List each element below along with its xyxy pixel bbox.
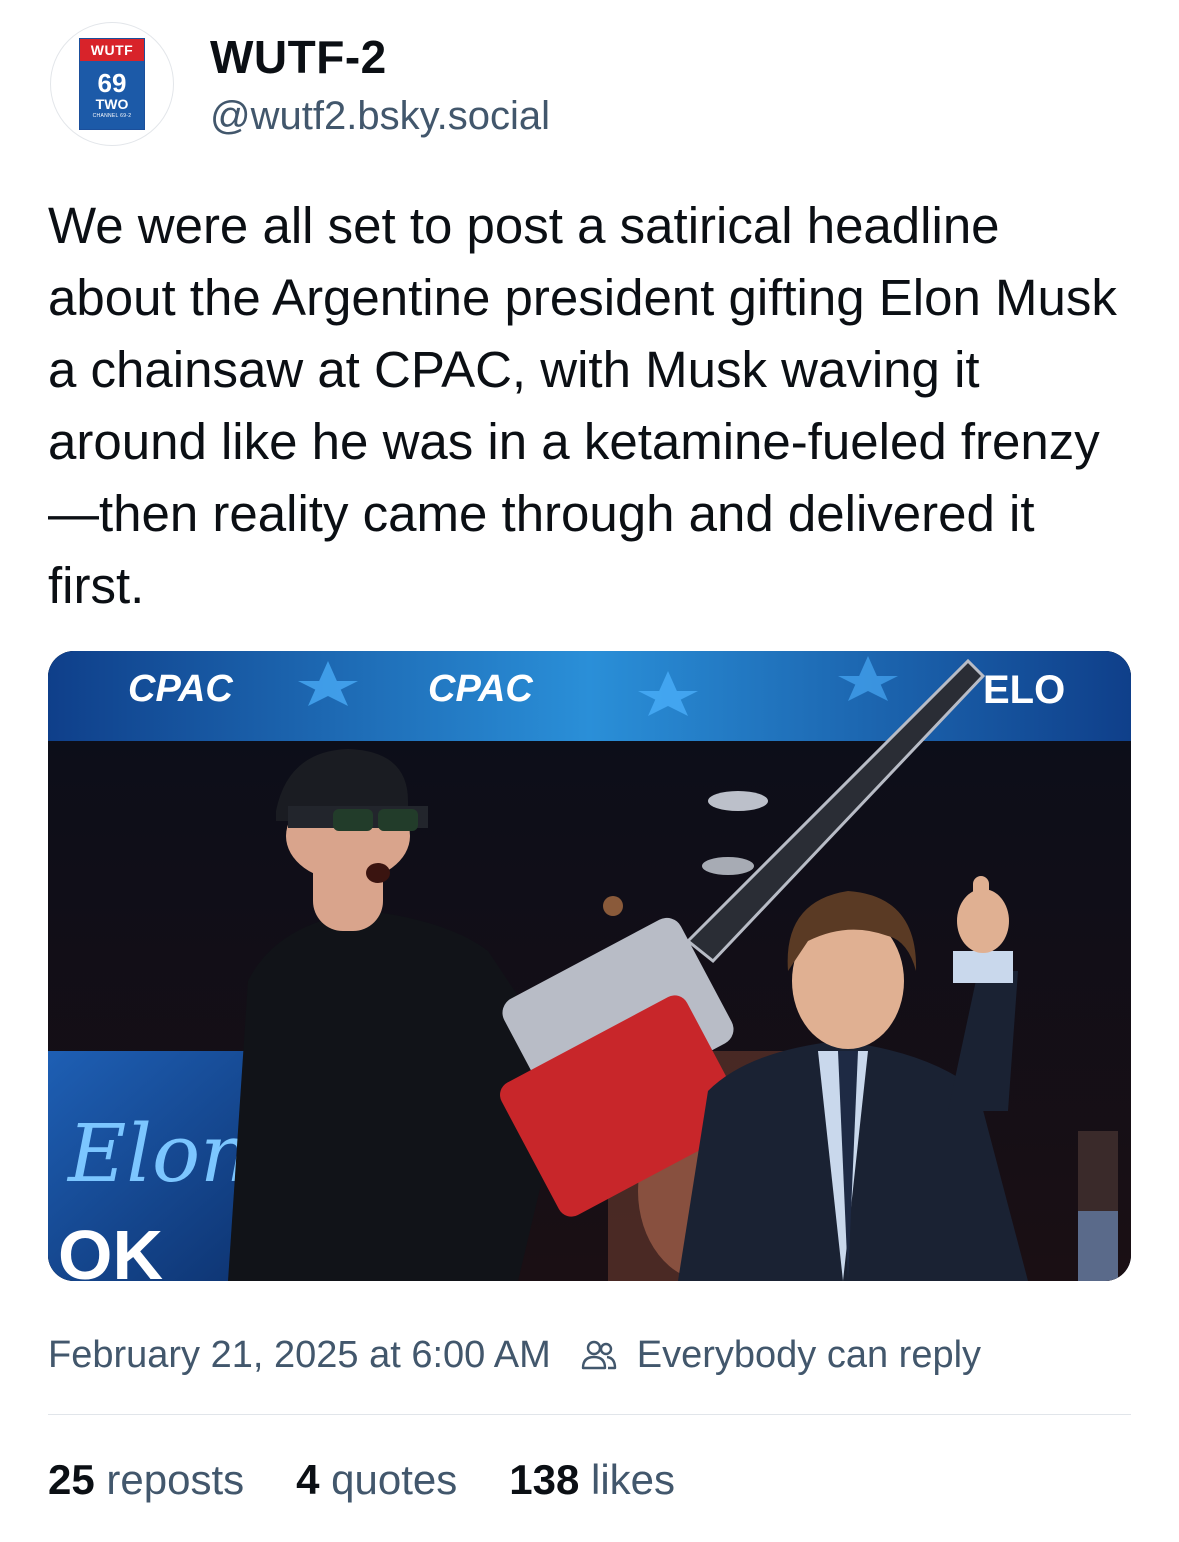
post-meta: February 21, 2025 at 6:00 AM Everybody c… [48, 1330, 981, 1380]
reposts-count: 25 [48, 1456, 107, 1503]
post-image-illustration: CPAC CPAC ELO Elon OK [48, 651, 1131, 1281]
reply-setting: Everybody can reply [581, 1334, 981, 1377]
screen-signature: Elon [66, 1107, 252, 1200]
post-stats: 25 reposts 4 quotes 138 likes [48, 1452, 727, 1508]
post: WUTF 69 TWO CHANNEL 69-2 WUTF-2 @wutf2.b… [0, 0, 1179, 1542]
post-image[interactable]: CPAC CPAC ELO Elon OK [48, 651, 1131, 1281]
reposts-stat[interactable]: 25 reposts [48, 1456, 244, 1504]
logo-channel: CHANNEL 69-2 [92, 113, 132, 119]
divider [48, 1414, 1131, 1415]
quotes-stat[interactable]: 4 quotes [296, 1456, 457, 1504]
author-display-name[interactable]: WUTF-2 [210, 30, 387, 84]
post-timestamp[interactable]: February 21, 2025 at 6:00 AM [48, 1334, 551, 1377]
logo-top-text: WUTF [80, 39, 144, 61]
screen-fragment: OK [58, 1216, 163, 1281]
reply-setting-label: Everybody can reply [636, 1333, 982, 1376]
banner-elo: ELO [983, 668, 1065, 712]
logo-bottom: 69 TWO CHANNEL 69-2 [80, 61, 144, 129]
avatar[interactable]: WUTF 69 TWO CHANNEL 69-2 [50, 22, 174, 146]
likes-stat[interactable]: 138 likes [509, 1456, 675, 1504]
banner-cpac-2: CPAC [428, 668, 533, 710]
likes-label: likes [591, 1456, 676, 1503]
logo-word: TWO [95, 96, 129, 112]
quotes-count: 4 [296, 1456, 332, 1503]
logo-number: 69 [97, 68, 127, 98]
people-icon [581, 1340, 616, 1370]
quotes-label: quotes [331, 1456, 458, 1503]
likes-count: 138 [509, 1456, 592, 1503]
author-handle[interactable]: @wutf2.bsky.social [210, 94, 550, 139]
reposts-label: reposts [106, 1456, 245, 1503]
post-text: We were all set to post a satirical head… [48, 197, 1117, 614]
wutf-logo: WUTF 69 TWO CHANNEL 69-2 [79, 38, 145, 130]
banner-cpac-1: CPAC [128, 668, 233, 710]
